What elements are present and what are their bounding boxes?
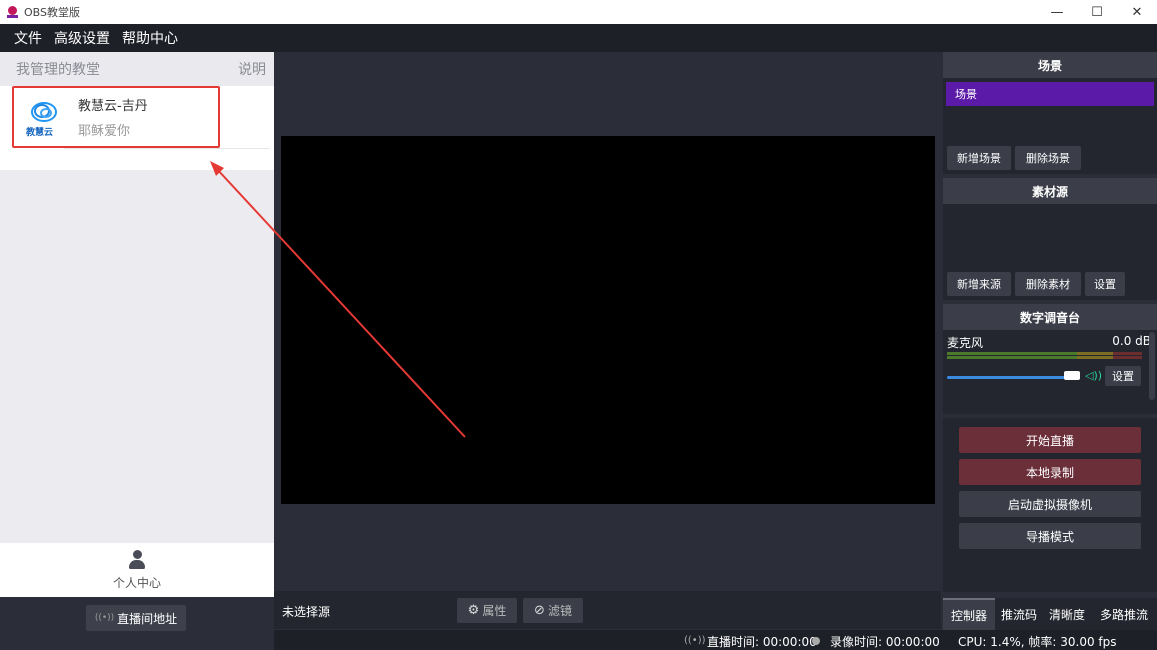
record-status-indicator	[812, 633, 828, 647]
room-subtitle: 耶稣爱你	[78, 124, 131, 139]
filters-button[interactable]: ⊘ 滤镜	[523, 598, 583, 623]
personal-center-label: 个人中心	[112, 575, 161, 590]
no-source-label: 未选择源	[282, 605, 331, 619]
menu-help-center[interactable]: 帮助中心	[122, 28, 178, 48]
window-title: OBS教堂版	[24, 6, 80, 19]
tab-controller[interactable]: 控制器	[943, 598, 995, 630]
room-card[interactable]: 教慧云 教慧云-吉丹 耶稣爱你	[12, 86, 270, 149]
add-source-button[interactable]: 新增来源	[947, 272, 1011, 296]
sources-title: 素材源	[943, 178, 1157, 204]
room-list: 教慧云 教慧云-吉丹 耶稣爱你	[0, 86, 274, 170]
filter-icon: ⊘	[534, 603, 545, 618]
properties-button[interactable]: ⚙ 属性	[457, 598, 517, 623]
app-logo-icon	[6, 5, 20, 19]
scenes-title: 场景	[943, 52, 1157, 78]
close-button[interactable]: ✕	[1117, 0, 1157, 24]
properties-label: 属性	[482, 604, 507, 618]
mixer-title: 数字调音台	[943, 304, 1157, 330]
gear-icon: ⚙	[467, 603, 480, 618]
tab-resolution[interactable]: 清晰度	[1043, 598, 1091, 630]
cpu-fps: CPU: 1.4%, 帧率: 30.00 fps	[958, 635, 1117, 649]
start-live-button[interactable]: 开始直播	[959, 427, 1141, 453]
mixer-dock: 数字调音台 麦克风 0.0 dB ◁)) 设置	[943, 304, 1157, 414]
speaker-icon[interactable]: ◁))	[1085, 369, 1102, 382]
record-time: 录像时间: 00:00:00	[830, 635, 940, 649]
tab-multi-stream[interactable]: 多路推流	[1091, 598, 1157, 630]
delete-scene-button[interactable]: 删除场景	[1015, 146, 1081, 170]
tab-stream-key[interactable]: 推流码	[995, 598, 1043, 630]
mixer-settings-button[interactable]: 设置	[1105, 366, 1141, 386]
right-panel: 场景 场景 新增场景 删除场景 素材源 新增来源 删除素材 设置 数字调音台 麦…	[941, 52, 1157, 628]
minimize-button[interactable]: —	[1037, 0, 1077, 24]
virtual-camera-button[interactable]: 启动虚拟摄像机	[959, 491, 1141, 517]
personal-center-button[interactable]: 个人中心	[0, 543, 274, 597]
mixer-level: 0.0 dB	[1112, 334, 1151, 348]
scenes-dock: 场景 场景 新增场景 删除场景	[943, 52, 1157, 174]
divider	[64, 148, 270, 149]
help-link[interactable]: 说明	[238, 59, 266, 79]
menu-advanced-settings[interactable]: 高级设置	[54, 28, 110, 48]
live-address-button[interactable]: ((•)) 直播间地址	[86, 605, 186, 631]
cloud-logo-icon	[31, 102, 57, 122]
menu-bar: 文件 高级设置 帮助中心	[0, 24, 1157, 52]
record-dot-icon	[812, 636, 820, 645]
maximize-button[interactable]: ☐	[1077, 0, 1117, 24]
sources-dock: 素材源 新增来源 删除素材 设置	[943, 178, 1157, 300]
room-name: 教慧云-吉丹	[78, 99, 148, 114]
live-time: 直播时间: 00:00:00	[707, 635, 817, 649]
mixer-scrollbar[interactable]	[1149, 332, 1155, 400]
mixer-channel-name: 麦克风	[947, 336, 984, 350]
audio-meter	[947, 356, 1142, 359]
person-icon	[128, 549, 146, 570]
add-scene-button[interactable]: 新增场景	[947, 146, 1011, 170]
live-address-label: 直播间地址	[117, 611, 178, 626]
menu-file[interactable]: 文件	[14, 28, 42, 48]
local-record-button[interactable]: 本地录制	[959, 459, 1141, 485]
room-logo-text: 教慧云	[26, 128, 54, 138]
title-bar: OBS教堂版 — ☐ ✕	[0, 0, 1157, 24]
room-logo: 教慧云	[26, 97, 62, 138]
preview-canvas[interactable]	[281, 136, 935, 504]
director-mode-button[interactable]: 导播模式	[959, 523, 1141, 549]
source-settings-button[interactable]: 设置	[1085, 272, 1125, 296]
controls-dock: 开始直播 本地录制 启动虚拟摄像机 导播模式	[943, 418, 1157, 592]
source-toolbar: 未选择源 ⚙ 属性 ⊘ 滤镜	[274, 591, 941, 629]
filters-label: 滤镜	[547, 604, 572, 618]
volume-slider-thumb[interactable]	[1064, 371, 1080, 380]
delete-source-button[interactable]: 删除素材	[1015, 272, 1081, 296]
church-panel-title: 我管理的教堂	[16, 62, 100, 78]
left-bottom-bar: ((•)) 直播间地址	[0, 597, 274, 650]
church-panel: 我管理的教堂 说明 教慧云 教慧云-吉丹 耶稣爱你 个人中心 ((•)) 直播间…	[0, 52, 274, 650]
church-panel-header: 我管理的教堂 说明	[0, 52, 274, 86]
scene-list-item[interactable]: 场景	[946, 82, 1154, 106]
broadcast-icon: ((•))	[94, 613, 115, 623]
broadcast-status-icon: ((•))	[684, 635, 706, 646]
status-bar: ((•)) 直播时间: 00:00:00 录像时间: 00:00:00 CPU:…	[274, 630, 1157, 650]
volume-slider[interactable]	[947, 376, 1069, 379]
preview-area: 未选择源 ⚙ 属性 ⊘ 滤镜	[274, 52, 941, 650]
audio-meter	[947, 352, 1142, 355]
right-tabs: 控制器 推流码 清晰度 多路推流	[943, 598, 1157, 630]
